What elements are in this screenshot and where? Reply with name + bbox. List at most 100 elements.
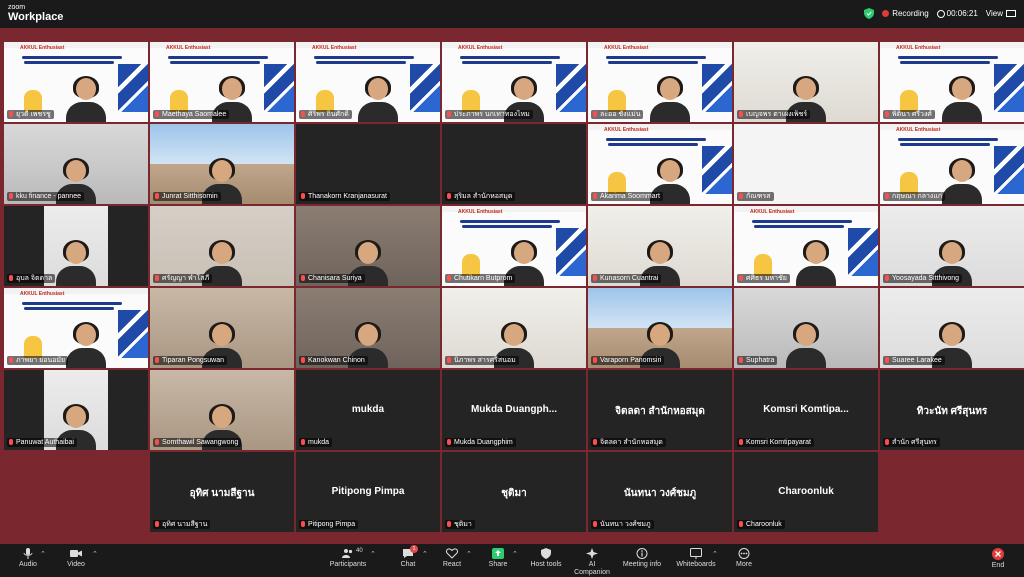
participant-name: นิภาพร สารศรีสนอม — [454, 357, 516, 364]
host-tools-button[interactable]: Host tools — [524, 548, 568, 569]
muted-mic-icon — [301, 357, 305, 363]
meeting-status: Recording 00:06:21 View — [864, 8, 1016, 19]
participant-tile[interactable]: Suaree Larakee — [880, 288, 1024, 368]
slide-logo: AKKUL Enthusiast — [896, 45, 941, 51]
participant-tile[interactable]: นันทนา วงศ์ชมภู นันทนา วงศ์ชมภู — [588, 452, 732, 532]
brand-line-1: zoom — [8, 4, 26, 11]
view-button[interactable]: View — [986, 9, 1016, 18]
participant-tile[interactable]: จิตลดา สำนักหอสมุด จิตลดา สำนักหอสมุด — [588, 370, 732, 450]
participant-tile[interactable]: Thanakorn Kranjanasurat — [296, 124, 440, 204]
muted-mic-icon — [155, 439, 159, 445]
participant-display-name: Mukda Duangph... — [470, 404, 558, 415]
participant-tile[interactable]: AKKUL Enthusiast Akarima Soommart — [588, 124, 732, 204]
muted-mic-icon — [9, 193, 13, 199]
shield-icon — [541, 548, 551, 559]
participant-name: ภาพยา ยอนอมัย — [16, 357, 66, 364]
participant-video — [66, 322, 106, 368]
participant-tile[interactable]: ทิวะนัท ศรีสุนทรสำนัก ศรีสุนทร — [880, 370, 1024, 450]
participant-tile[interactable]: AKKUL Enthusiast ยุวดี เพชรชู — [4, 42, 148, 122]
participant-name-label: Kanokwan Chinon — [299, 356, 368, 365]
participant-tile[interactable]: Kunasorn Cuantrai — [588, 206, 732, 286]
participant-tile[interactable]: สุริมล สำนักหอสมุด — [442, 124, 586, 204]
participant-name-label: mukda — [299, 438, 333, 447]
participant-name-label: จิตลดา สำนักหอสมุด — [591, 438, 666, 447]
participant-tile[interactable]: Tiparan Pongsuwan — [150, 288, 294, 368]
participant-tile[interactable]: Panuwat Authaibai — [4, 370, 148, 450]
video-options-chevron-icon[interactable]: ⌃ — [92, 550, 98, 558]
participant-name: อุบล จิตตาล — [16, 275, 53, 282]
participant-name: ศรัญญา พำโสภี — [162, 275, 210, 282]
participant-name: Maethaya Saomalee — [162, 111, 227, 118]
participant-tile[interactable]: Chanisara Suriya — [296, 206, 440, 286]
participant-tile[interactable]: อุบล จิตตาล — [4, 206, 148, 286]
participant-name: จิตลดา สำนักหอสมุด — [600, 439, 663, 446]
participant-tile[interactable]: Junrat Sitthisomin — [150, 124, 294, 204]
participant-tile[interactable]: Suphatra — [734, 288, 878, 368]
participant-name-label: Varaporn Panomsiri — [591, 356, 665, 365]
participant-tile[interactable]: AKKUL Enthusiast ศศิธร มหาชัย — [734, 206, 878, 286]
ai-companion-button[interactable]: AI Companion — [570, 548, 614, 577]
participant-video — [942, 158, 982, 204]
participant-name: เบญจพร ตาเผงเพ็ชร์ — [746, 111, 808, 118]
participant-tile[interactable]: kku finance - pannee — [4, 124, 148, 204]
participant-tile[interactable]: AKKUL Enthusiast ภาพยา ยอนอมัย — [4, 288, 148, 368]
participant-name: Tiparan Pongsuwan — [162, 357, 225, 364]
participant-name: สุริมล สำนักหอสมุด — [454, 193, 513, 200]
participant-tile[interactable]: Somthawil Sawangwong — [150, 370, 294, 450]
muted-mic-icon — [155, 357, 159, 363]
participant-tile[interactable]: AKKUL Enthusiast พิตินา ศรีวงศ์ — [880, 42, 1024, 122]
participant-tile[interactable]: ชุติมา ชุติมา — [442, 452, 586, 532]
top-bar: zoom Workplace Recording 00:06:21 View — [0, 0, 1024, 28]
participant-tile[interactable]: เบญจพร ตาเผงเพ็ชร์ — [734, 42, 878, 122]
participant-tile[interactable]: AKKUL Enthusiast Chutikarn Butprom — [442, 206, 586, 286]
participant-name-label: สำนัก ศรีสุนทร — [883, 438, 940, 447]
participant-name-label: Pitipong Pimpa — [299, 520, 359, 529]
participant-display-name: Komsri Komtipa... — [763, 404, 849, 415]
participants-options-chevron-icon[interactable]: ⌃ — [370, 550, 376, 558]
participant-video — [942, 76, 982, 122]
participant-name: กัณฑรส — [746, 193, 771, 200]
more-button[interactable]: More — [722, 548, 766, 569]
participant-tile[interactable]: AKKUL Enthusiast ศิริพร ถิ่นศักดิ์ — [296, 42, 440, 122]
whiteboards-options-chevron-icon[interactable]: ⌃ — [712, 550, 718, 558]
participant-video — [66, 76, 106, 122]
participant-display-name: ทิวะนัท ศรีสุนทร — [916, 406, 988, 417]
participant-tile[interactable]: นิภาพร สารศรีสนอม — [442, 288, 586, 368]
participant-tile[interactable]: ศรัญญา พำโสภี — [150, 206, 294, 286]
react-options-chevron-icon[interactable]: ⌃ — [466, 550, 472, 558]
record-dot-icon — [882, 10, 890, 18]
muted-mic-icon — [447, 439, 451, 445]
audio-options-chevron-icon[interactable]: ⌃ — [40, 550, 46, 558]
participant-tile[interactable]: Mukda Duangph... Mukda Duangphim — [442, 370, 586, 450]
participant-tile[interactable]: อุทิศ นามสีฐาน อุทิศ นามสีฐาน — [150, 452, 294, 532]
participant-tile[interactable]: Komsri Komtipa... Komsri Komtipayarat — [734, 370, 878, 450]
meeting-info-button[interactable]: Meeting info — [620, 548, 664, 569]
participants-button[interactable]: 40 Participants — [326, 548, 370, 569]
participant-tile[interactable]: กัณฑรส — [734, 124, 878, 204]
muted-mic-icon — [155, 111, 159, 117]
slide-logo: AKKUL Enthusiast — [20, 45, 65, 51]
more-options-icon — [738, 548, 750, 559]
chat-options-chevron-icon[interactable]: ⌃ — [422, 550, 428, 558]
participant-tile[interactable]: mukda mukda — [296, 370, 440, 450]
participant-tile[interactable]: AKKUL Enthusiast กฤษณา กลางแก่ — [880, 124, 1024, 204]
slide-logo: AKKUL Enthusiast — [896, 127, 941, 133]
participant-display-name: นันทนา วงศ์ชมภู — [623, 488, 697, 499]
participant-tile[interactable]: Kanokwan Chinon — [296, 288, 440, 368]
participant-name: Komsri Komtipayarat — [746, 439, 811, 446]
participant-tile[interactable]: Pitipong Pimpa Pitipong Pimpa — [296, 452, 440, 532]
muted-mic-icon — [447, 357, 451, 363]
share-options-chevron-icon[interactable]: ⌃ — [512, 550, 518, 558]
participant-tile[interactable]: Yoosayada Sitthivong — [880, 206, 1024, 286]
participant-tile[interactable]: AKKUL Enthusiast ประภาพร นกเทาทองไหม — [442, 42, 586, 122]
end-button[interactable]: End — [976, 548, 1020, 570]
participant-tile[interactable]: Varaporn Panomsiri — [588, 288, 732, 368]
muted-mic-icon — [739, 357, 743, 363]
recording-indicator[interactable]: Recording — [882, 9, 929, 18]
meeting-timer: 00:06:21 — [936, 9, 978, 18]
participant-display-name: Pitipong Pimpa — [331, 486, 405, 497]
participant-tile[interactable]: Charoonluk Charoonluk — [734, 452, 878, 532]
participant-tile[interactable]: AKKUL Enthusiast ละออ ชั่งแม่น — [588, 42, 732, 122]
participant-tile[interactable]: AKKUL Enthusiast Maethaya Saomalee — [150, 42, 294, 122]
security-shield-icon[interactable] — [864, 8, 875, 19]
